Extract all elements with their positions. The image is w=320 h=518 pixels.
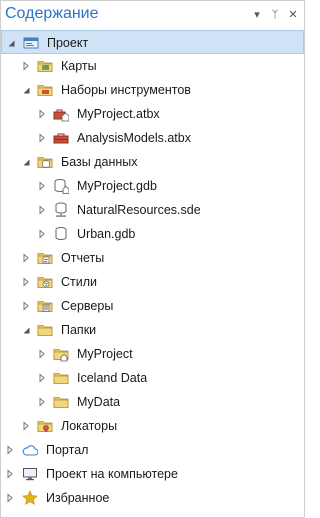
tree-item-label: MyProject [77, 347, 133, 361]
expand-arrow-icon[interactable] [21, 301, 31, 311]
tree-item-myproject-gdb[interactable]: MyProject.gdb [1, 174, 304, 198]
tree-item-label: MyProject.atbx [77, 107, 160, 121]
expand-arrow-icon[interactable] [5, 445, 15, 455]
tree-item-label: Стили [61, 275, 98, 289]
expand-arrow-icon[interactable] [37, 109, 47, 119]
tree-item-label: Urban.gdb [77, 227, 136, 241]
tree-item-label: Портал [46, 443, 89, 457]
tree-item-label: AnalysisModels.atbx [77, 131, 191, 145]
collapse-arrow-icon[interactable] [21, 157, 31, 167]
expand-arrow-icon[interactable] [37, 133, 47, 143]
expand-arrow-icon[interactable] [21, 253, 31, 263]
tree-item-folders[interactable]: Папки [1, 318, 304, 342]
tree-item-label: MyData [77, 395, 121, 409]
tree-item-label: NaturalResources.sde [77, 203, 201, 217]
tree-item-project[interactable]: Проект [1, 30, 304, 54]
expand-arrow-icon[interactable] [37, 229, 47, 239]
expand-arrow-icon[interactable] [21, 421, 31, 431]
tree-item-myproject-folder[interactable]: MyProject [1, 342, 304, 366]
collapse-arrow-icon[interactable] [21, 325, 31, 335]
tree-item-databases[interactable]: Базы данных [1, 150, 304, 174]
tree-item-label: Наборы инструментов [61, 83, 191, 97]
tree-item-iceland-data[interactable]: Iceland Data [1, 366, 304, 390]
expand-arrow-icon[interactable] [37, 373, 47, 383]
tree-item-urban-gdb[interactable]: Urban.gdb [1, 222, 304, 246]
tree-item-label: Локаторы [61, 419, 118, 433]
expand-arrow-icon[interactable] [37, 181, 47, 191]
folder-icon [53, 370, 69, 386]
tree-item-maps[interactable]: Карты [1, 54, 304, 78]
toolbox-icon [53, 130, 69, 146]
tree-item-label: Проект на компьютере [46, 467, 178, 481]
tree-item-analysismodels-atbx[interactable]: AnalysisModels.atbx [1, 126, 304, 150]
expand-arrow-icon[interactable] [5, 469, 15, 479]
tree-item-label: MyProject.gdb [77, 179, 157, 193]
home-folder-icon [53, 346, 69, 362]
tree-item-label: Избранное [46, 491, 110, 505]
styles-folder-icon [37, 274, 53, 290]
toolbox-folder-icon [37, 82, 53, 98]
toolbox-home-icon [53, 106, 69, 122]
tree-item-locators[interactable]: Локаторы [1, 414, 304, 438]
tree-item-favorites[interactable]: Избранное [1, 486, 304, 510]
contents-pane: Содержание ▾ ᛘ ✕ Проект Карты Наборы инс… [0, 0, 305, 518]
servers-folder-icon [37, 298, 53, 314]
enterprise-database-icon [53, 202, 69, 218]
collapse-arrow-icon[interactable] [6, 38, 16, 48]
tree-item-label: Iceland Data [77, 371, 148, 385]
tree-item-servers[interactable]: Серверы [1, 294, 304, 318]
tree-item-label: Отчеты [61, 251, 105, 265]
expand-arrow-icon[interactable] [21, 61, 31, 71]
expand-arrow-icon[interactable] [37, 397, 47, 407]
pane-menu-button[interactable]: ▾ [249, 7, 265, 23]
locators-folder-icon [37, 418, 53, 434]
pane-title: Содержание [5, 5, 99, 22]
project-tree: Проект Карты Наборы инструментов MyProjec… [1, 30, 304, 510]
tree-item-portal[interactable]: Портал [1, 438, 304, 462]
tree-item-label: Базы данных [61, 155, 138, 169]
tree-item-toolboxes[interactable]: Наборы инструментов [1, 78, 304, 102]
portal-cloud-icon [22, 442, 38, 458]
project-folder-icon [23, 35, 39, 51]
geodatabase-icon [53, 226, 69, 242]
favorites-star-icon [22, 490, 38, 506]
folder-icon [53, 394, 69, 410]
expand-arrow-icon[interactable] [21, 277, 31, 287]
tree-item-label: Серверы [61, 299, 114, 313]
tree-item-styles[interactable]: Стили [1, 270, 304, 294]
close-button[interactable]: ✕ [285, 7, 301, 23]
pane-header: Содержание ▾ ᛘ ✕ [1, 1, 304, 31]
computer-icon [22, 466, 38, 482]
expand-arrow-icon[interactable] [37, 349, 47, 359]
tree-item-label: Карты [61, 59, 97, 73]
collapse-arrow-icon[interactable] [21, 85, 31, 95]
reports-folder-icon [37, 250, 53, 266]
pin-icon[interactable]: ᛘ [267, 7, 283, 23]
expand-arrow-icon[interactable] [5, 493, 15, 503]
tree-item-computer[interactable]: Проект на компьютере [1, 462, 304, 486]
tree-item-label: Проект [47, 36, 89, 50]
expand-arrow-icon[interactable] [37, 205, 47, 215]
tree-item-naturalresources-sde[interactable]: NaturalResources.sde [1, 198, 304, 222]
tree-item-mydata[interactable]: MyData [1, 390, 304, 414]
tree-item-reports[interactable]: Отчеты [1, 246, 304, 270]
tree-item-myproject-atbx[interactable]: MyProject.atbx [1, 102, 304, 126]
geodatabase-home-icon [53, 178, 69, 194]
tree-item-label: Папки [61, 323, 97, 337]
maps-folder-icon [37, 58, 53, 74]
folders-folder-icon [37, 322, 53, 338]
database-folder-icon [37, 154, 53, 170]
